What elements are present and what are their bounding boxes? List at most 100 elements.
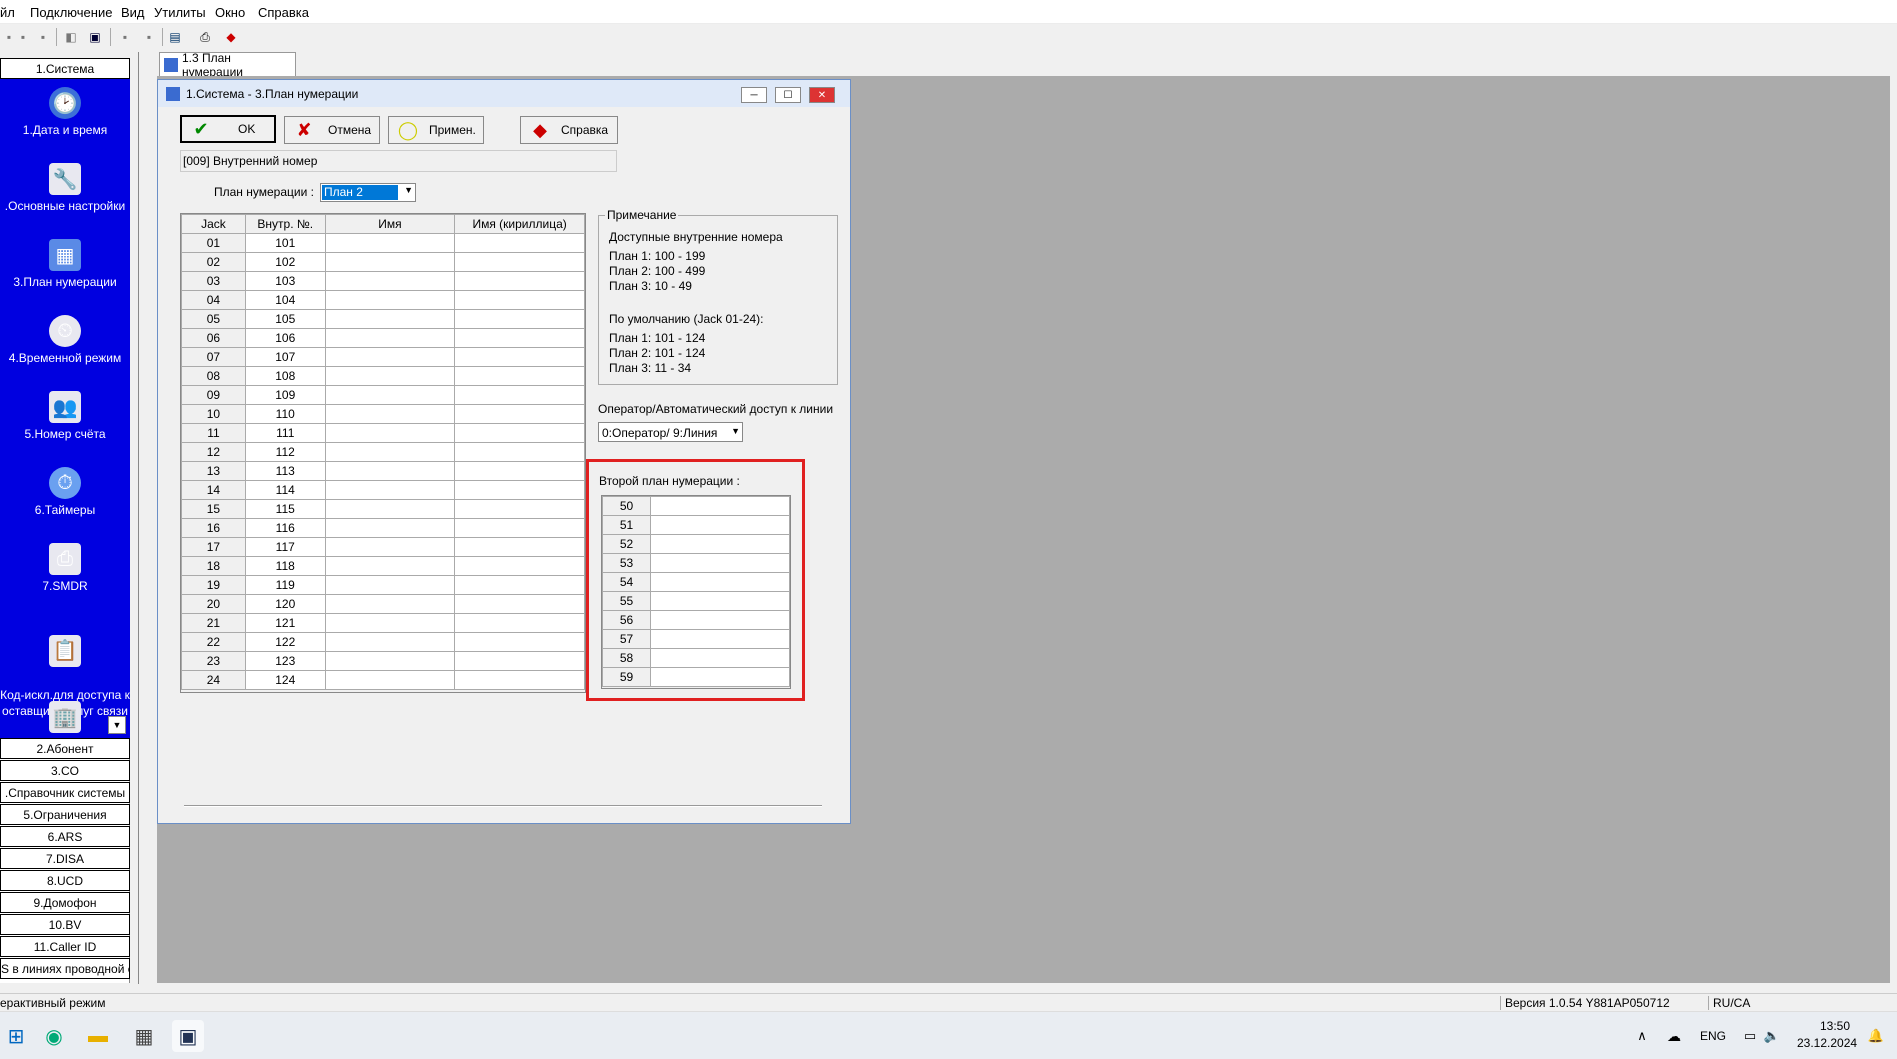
calendar-app-icon[interactable]: ▦ (128, 1020, 160, 1052)
extension-cell[interactable]: 120 (244, 594, 326, 614)
name-cell[interactable] (324, 442, 456, 462)
name-cyrillic-cell[interactable] (454, 328, 585, 348)
sidebar-group-disa[interactable]: 7.DISA (0, 848, 130, 869)
help-icon[interactable]: ◆ (222, 28, 240, 46)
ok-button[interactable]: ✔ OK (180, 115, 276, 143)
name-cyrillic-cell[interactable] (454, 537, 585, 557)
tool-icon-8[interactable]: ▤ (166, 28, 184, 46)
name-cyrillic-cell[interactable] (454, 575, 585, 595)
sidebar-item-basic-settings[interactable]: 🔧 .Основные настройки (0, 163, 130, 213)
pbx-app-icon[interactable]: ▣ (172, 1020, 204, 1052)
second-plan-value[interactable] (650, 648, 790, 668)
second-plan-value[interactable] (650, 534, 790, 554)
second-plan-value[interactable] (650, 667, 790, 687)
name-cyrillic-cell[interactable] (454, 556, 585, 576)
tool-icon-6[interactable]: ▪ (116, 28, 134, 46)
extension-cell[interactable]: 112 (244, 442, 326, 462)
name-cell[interactable] (324, 385, 456, 405)
name-cell[interactable] (324, 233, 456, 253)
extension-cell[interactable]: 109 (244, 385, 326, 405)
extension-cell[interactable]: 117 (244, 537, 326, 557)
name-cell[interactable] (324, 480, 456, 500)
cancel-button[interactable]: ✘ Отмена (284, 116, 380, 144)
extension-cell[interactable]: 107 (244, 347, 326, 367)
volume-icon[interactable]: 🔈 (1756, 1020, 1788, 1052)
cloud-icon[interactable]: ☁ (1658, 1020, 1690, 1052)
name-cell[interactable] (324, 499, 456, 519)
extension-cell[interactable]: 115 (244, 499, 326, 519)
apply-button[interactable]: ◯ Примен. (388, 116, 484, 144)
name-cyrillic-cell[interactable] (454, 290, 585, 310)
sidebar-item-time-mode[interactable]: ⏲ 4.Временной режим (0, 315, 130, 365)
menu-help[interactable]: Справка (258, 5, 309, 20)
name-cyrillic-cell[interactable] (454, 670, 585, 690)
name-cell[interactable] (324, 594, 456, 614)
sidebar-item-timers[interactable]: ⏱ 6.Таймеры (0, 467, 130, 517)
name-cell[interactable] (324, 556, 456, 576)
name-cyrillic-cell[interactable] (454, 271, 585, 291)
close-button[interactable]: ✕ (809, 87, 835, 103)
name-cyrillic-cell[interactable] (454, 480, 585, 500)
name-cell[interactable] (324, 252, 456, 272)
tool-icon-5[interactable]: ▣ (86, 28, 104, 46)
splitter[interactable] (138, 52, 146, 984)
name-cyrillic-cell[interactable] (454, 385, 585, 405)
tool-icon-3[interactable]: ▪ (34, 28, 52, 46)
name-cyrillic-cell[interactable] (454, 442, 585, 462)
plan-select[interactable]: План 2 ▼ (320, 183, 416, 202)
sidebar-group-restrictions[interactable]: 5.Ограничения (0, 804, 130, 825)
name-cyrillic-cell[interactable] (454, 366, 585, 386)
sidebar-item-account-number[interactable]: 👥 5.Номер счёта (0, 391, 130, 441)
name-cell[interactable] (324, 290, 456, 310)
name-cell[interactable] (324, 651, 456, 671)
menu-window[interactable]: Окно (215, 5, 245, 20)
name-cyrillic-cell[interactable] (454, 518, 585, 538)
sidebar-group-caller-id[interactable]: 11.Caller ID (0, 936, 130, 957)
name-cell[interactable] (324, 575, 456, 595)
menu-connection[interactable]: Подключение (30, 5, 112, 20)
second-plan-value[interactable] (650, 553, 790, 573)
print-icon[interactable]: ⎙ (196, 28, 214, 46)
start-icon[interactable]: ⊞ (0, 1020, 32, 1052)
name-cyrillic-cell[interactable] (454, 347, 585, 367)
maximize-button[interactable]: ☐ (775, 87, 801, 103)
name-cell[interactable] (324, 366, 456, 386)
sidebar-group-doorphone[interactable]: 9.Домофон (0, 892, 130, 913)
sidebar-item-numbering-plan[interactable]: ▦ 3.План нумерации (0, 239, 130, 289)
extension-cell[interactable]: 105 (244, 309, 326, 329)
extension-cell[interactable]: 121 (244, 613, 326, 633)
name-cyrillic-cell[interactable] (454, 499, 585, 519)
name-cyrillic-cell[interactable] (454, 594, 585, 614)
help-button[interactable]: ◆ Справка (520, 116, 618, 144)
sidebar-item-smdr[interactable]: ⎙ 7.SMDR (0, 543, 130, 593)
scroll-down-button[interactable]: ▼ (108, 716, 126, 734)
notification-bell-icon[interactable]: 🔔 (1860, 1020, 1892, 1052)
name-cell[interactable] (324, 613, 456, 633)
second-plan-value[interactable] (650, 496, 790, 516)
name-cell[interactable] (324, 347, 456, 367)
name-cell[interactable] (324, 423, 456, 443)
name-cyrillic-cell[interactable] (454, 613, 585, 633)
edge-icon[interactable]: ◉ (38, 1020, 70, 1052)
name-cyrillic-cell[interactable] (454, 233, 585, 253)
name-cell[interactable] (324, 632, 456, 652)
sidebar-group-ars[interactable]: 6.ARS (0, 826, 130, 847)
extension-cell[interactable]: 116 (244, 518, 326, 538)
menu-file[interactable]: йл (0, 5, 15, 20)
name-cell[interactable] (324, 309, 456, 329)
name-cyrillic-cell[interactable] (454, 632, 585, 652)
second-plan-value[interactable] (650, 572, 790, 592)
extension-cell[interactable]: 119 (244, 575, 326, 595)
extension-cell[interactable]: 113 (244, 461, 326, 481)
extension-cell[interactable]: 106 (244, 328, 326, 348)
sidebar-group-ucd[interactable]: 8.UCD (0, 870, 130, 891)
name-cell[interactable] (324, 404, 456, 424)
language-indicator[interactable]: ENG (1700, 1029, 1726, 1043)
extension-cell[interactable]: 104 (244, 290, 326, 310)
name-cell[interactable] (324, 537, 456, 557)
name-cyrillic-cell[interactable] (454, 404, 585, 424)
tool-icon-2[interactable]: ▪ (14, 28, 32, 46)
name-cell[interactable] (324, 328, 456, 348)
second-plan-value[interactable] (650, 629, 790, 649)
minimize-button[interactable]: ─ (741, 87, 767, 103)
